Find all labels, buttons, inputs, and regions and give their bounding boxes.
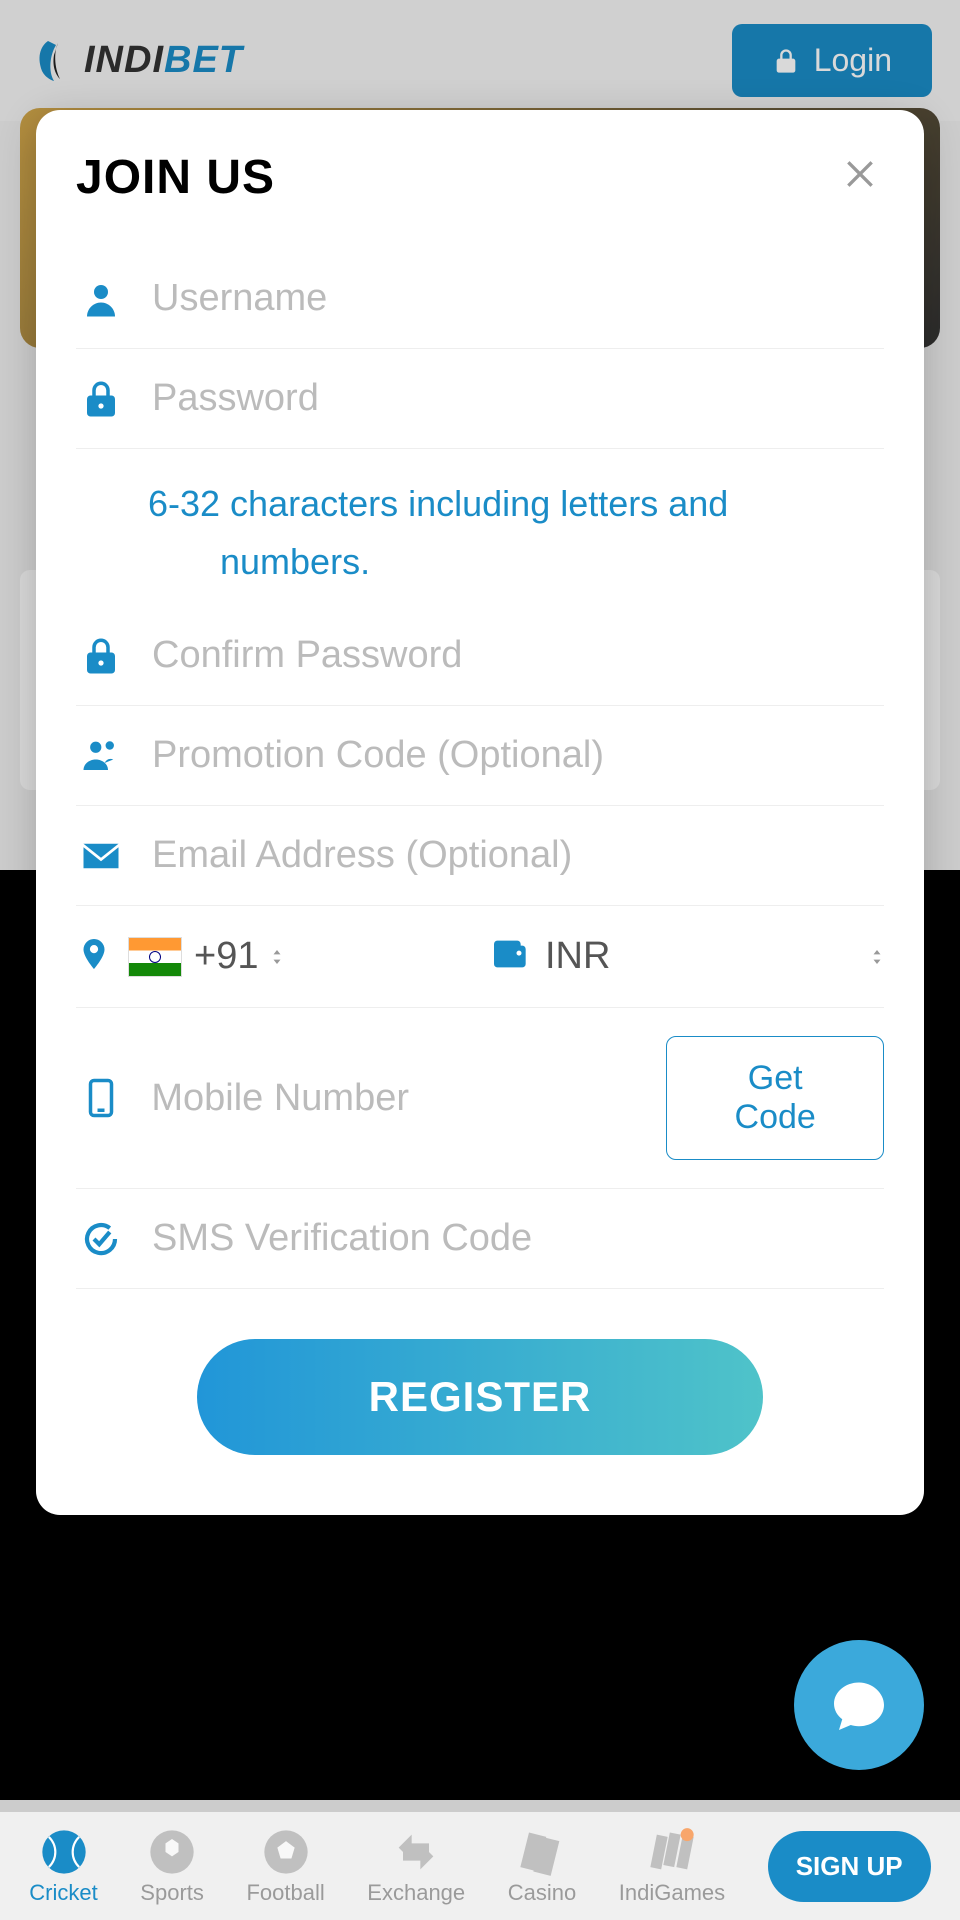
nav-casino[interactable]: Casino xyxy=(508,1826,576,1906)
modal-title: JOIN US xyxy=(76,150,275,205)
nav-label: Football xyxy=(246,1880,324,1906)
mobile-icon xyxy=(76,1077,125,1119)
currency-value: INR xyxy=(545,935,610,978)
sms-code-input[interactable] xyxy=(152,1217,884,1260)
promo-row xyxy=(76,706,884,806)
flag-india-icon xyxy=(128,937,182,977)
country-currency-row: +91 INR xyxy=(76,906,884,1008)
lock-icon xyxy=(76,378,126,420)
modal-header: JOIN US xyxy=(76,150,884,205)
cricket-icon xyxy=(38,1826,90,1878)
password-hint: 6-32 characters including letters and nu… xyxy=(148,459,884,606)
username-input[interactable] xyxy=(152,277,884,320)
email-icon xyxy=(76,835,126,877)
close-button[interactable] xyxy=(836,154,884,202)
currency-selector[interactable]: INR xyxy=(489,934,884,979)
password-row xyxy=(76,349,884,449)
sports-icon xyxy=(146,1826,198,1878)
password-input[interactable] xyxy=(152,377,884,420)
promo-input[interactable] xyxy=(152,734,884,777)
indigames-icon xyxy=(646,1826,698,1878)
confirm-password-input[interactable] xyxy=(152,634,884,677)
confirm-password-row xyxy=(76,606,884,706)
exchange-icon xyxy=(390,1826,442,1878)
get-code-button[interactable]: Get Code xyxy=(666,1036,884,1160)
nav-label: Sports xyxy=(140,1880,204,1906)
location-icon xyxy=(76,936,112,977)
register-button[interactable]: REGISTER xyxy=(197,1339,763,1455)
email-row xyxy=(76,806,884,906)
country-code-selector[interactable]: +91 xyxy=(76,935,471,978)
casino-icon xyxy=(516,1826,568,1878)
username-row xyxy=(76,249,884,349)
nav-football[interactable]: Football xyxy=(246,1826,324,1906)
nav-indigames[interactable]: IndiGames xyxy=(619,1826,725,1906)
nav-label: IndiGames xyxy=(619,1880,725,1906)
promo-icon xyxy=(76,735,126,777)
chevron-updown-icon xyxy=(870,950,884,964)
mobile-row: Get Code xyxy=(76,1008,884,1189)
password-hint-wrap: 6-32 characters including letters and nu… xyxy=(76,449,884,606)
chat-icon xyxy=(829,1675,889,1735)
mobile-input[interactable] xyxy=(151,1077,640,1120)
country-code-value: +91 xyxy=(194,935,258,978)
nav-sports[interactable]: Sports xyxy=(140,1826,204,1906)
email-input[interactable] xyxy=(152,834,884,877)
nav-exchange[interactable]: Exchange xyxy=(367,1826,465,1906)
close-icon xyxy=(840,154,880,194)
join-us-modal: JOIN US 6-32 characters including letter… xyxy=(36,110,924,1515)
nav-cricket[interactable]: Cricket xyxy=(29,1826,97,1906)
chevron-updown-icon xyxy=(270,950,284,964)
signup-button[interactable]: SIGN UP xyxy=(768,1831,931,1902)
verify-icon xyxy=(76,1218,126,1260)
bottom-nav: Cricket Sports Football Exchange Casino … xyxy=(0,1812,960,1920)
nav-label: Exchange xyxy=(367,1880,465,1906)
chat-fab[interactable] xyxy=(794,1640,924,1770)
nav-label: Cricket xyxy=(29,1880,97,1906)
sms-row xyxy=(76,1189,884,1289)
user-icon xyxy=(76,278,126,320)
nav-label: Casino xyxy=(508,1880,576,1906)
lock-icon xyxy=(76,635,126,677)
wallet-icon xyxy=(489,934,529,979)
football-icon xyxy=(260,1826,312,1878)
